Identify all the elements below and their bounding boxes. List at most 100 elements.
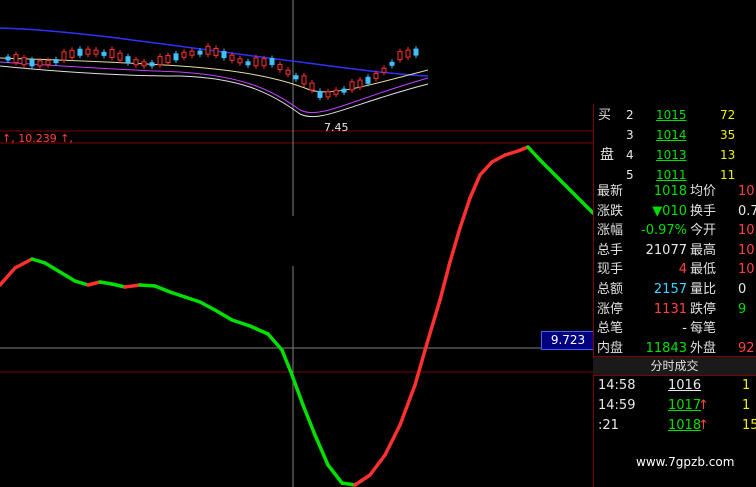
candle-body xyxy=(189,50,195,56)
indicator-segment xyxy=(0,266,17,287)
quote-value-2: 10 xyxy=(738,223,755,239)
quote-label-2: 外盘 xyxy=(690,340,717,356)
candle-body xyxy=(69,49,75,58)
indicator-segment xyxy=(213,308,234,322)
candle-body xyxy=(21,57,27,66)
quote-label-2: 均价 xyxy=(690,184,717,199)
indicator-segment xyxy=(73,279,90,287)
indicator-segment xyxy=(198,300,217,312)
quote-panel: 买 盘 2 1015 72 3 1014 35 4 1013 13 5 1011 11 最新 1018 均… xyxy=(593,104,756,487)
candle-body xyxy=(245,61,251,66)
order-book-row[interactable]: 4 1013 13 xyxy=(594,146,756,164)
candle-body xyxy=(109,48,115,58)
candle-body xyxy=(333,89,339,95)
order-book-level: 3 xyxy=(626,128,634,142)
candle-body xyxy=(397,51,403,61)
indicator-segment xyxy=(340,481,357,487)
tick-volume: 1 xyxy=(742,378,751,393)
indicator-segment xyxy=(383,423,402,457)
indicator-segment xyxy=(398,383,417,427)
candle-body xyxy=(37,60,43,67)
candle-body xyxy=(285,69,291,75)
quote-value: 21077 xyxy=(645,242,687,258)
indicator-segment xyxy=(478,160,494,177)
candle-body xyxy=(5,56,11,61)
quote-label: 总手 xyxy=(597,242,624,258)
indicator-segment xyxy=(290,373,305,407)
tick-time: :21 xyxy=(598,418,619,433)
candle-body xyxy=(325,91,331,98)
candle-body xyxy=(173,53,179,61)
tick-row[interactable]: 14:59 1017 ↑ 1 xyxy=(594,396,756,415)
quote-value: 1131 xyxy=(653,301,687,317)
quote-value-2: 0.7 xyxy=(738,203,756,219)
quote-row: 总笔 - 每笔 xyxy=(594,319,756,338)
tick-volume: 15 xyxy=(742,418,756,433)
candle-body xyxy=(101,51,107,56)
quote-value: 2157 xyxy=(653,282,687,297)
indicator-segment xyxy=(168,290,187,299)
indicator-segment xyxy=(248,324,270,336)
order-book-price: 1013 xyxy=(656,148,687,162)
tick-time: 14:58 xyxy=(598,378,636,393)
indicator-segment xyxy=(326,463,344,485)
candle-body xyxy=(365,76,371,84)
tick-list-header[interactable]: 分时成交 xyxy=(593,356,756,376)
order-book-row[interactable]: 2 1015 72 xyxy=(594,106,756,124)
tick-price: 1018 xyxy=(668,418,702,433)
tick-row[interactable]: 14:58 1016 1 xyxy=(594,376,756,395)
candle-body xyxy=(93,49,99,55)
quote-label-2: 跌停 xyxy=(690,301,717,317)
indicator-segment xyxy=(301,403,317,437)
indicator-segment xyxy=(413,338,430,387)
indicator-segment xyxy=(58,270,77,283)
indicator-segment xyxy=(98,280,114,286)
indicator-segment xyxy=(526,145,542,162)
candle-body xyxy=(53,59,59,64)
tick-up-arrow-icon: ↑ xyxy=(698,418,709,433)
indicator-segment xyxy=(583,203,595,215)
candle-body xyxy=(181,51,187,58)
order-book-level: 4 xyxy=(626,148,634,162)
candle-body xyxy=(85,48,91,55)
order-book-price: 1014 xyxy=(656,128,687,142)
quote-row: 现手 4 最低 10 xyxy=(594,260,756,279)
indicator-segment xyxy=(30,257,47,265)
indicator-segment xyxy=(368,453,387,477)
order-book-row[interactable]: 3 1014 35 xyxy=(594,126,756,144)
candle-body xyxy=(341,88,347,93)
quote-label: 涨幅 xyxy=(597,223,624,239)
indicator-segment xyxy=(153,284,172,294)
candle-body xyxy=(413,48,419,56)
order-book-level: 2 xyxy=(626,108,634,122)
candle-body xyxy=(373,72,379,79)
indicator-segment xyxy=(313,433,330,467)
tick-price: 1017 xyxy=(668,398,702,413)
candle-body xyxy=(237,58,243,64)
order-book-volume: 13 xyxy=(720,148,736,162)
indicator-segment xyxy=(110,282,127,289)
candle-body xyxy=(141,61,147,67)
candle-body xyxy=(45,60,51,66)
indicator-segment xyxy=(468,173,482,200)
quote-value-2: 92 xyxy=(738,340,755,356)
candle-body xyxy=(389,61,395,66)
quote-row: 涨跌 ▼010 换手 0.7 xyxy=(594,202,756,221)
quote-row: 总手 21077 最高 10 xyxy=(594,241,756,260)
quote-value: 4 xyxy=(678,262,687,278)
order-book-price: 1015 xyxy=(656,108,687,122)
indicator-segment xyxy=(280,348,294,377)
indicator-segment xyxy=(438,260,452,302)
quote-value-2: 0 xyxy=(738,282,747,297)
tick-row[interactable]: :21 1018 ↑ 15 xyxy=(594,416,756,435)
candle-body xyxy=(221,51,227,59)
quote-row: 最新 1018 均价 10 xyxy=(594,182,756,201)
indicator-segment xyxy=(86,280,102,287)
candle-body xyxy=(293,75,299,80)
candle-body xyxy=(261,58,267,67)
indicator-segment xyxy=(183,295,202,304)
candle-body xyxy=(317,90,323,98)
indicator-segment xyxy=(568,188,587,207)
indicator-segment xyxy=(138,283,157,288)
quote-label: 最新 xyxy=(597,184,624,199)
